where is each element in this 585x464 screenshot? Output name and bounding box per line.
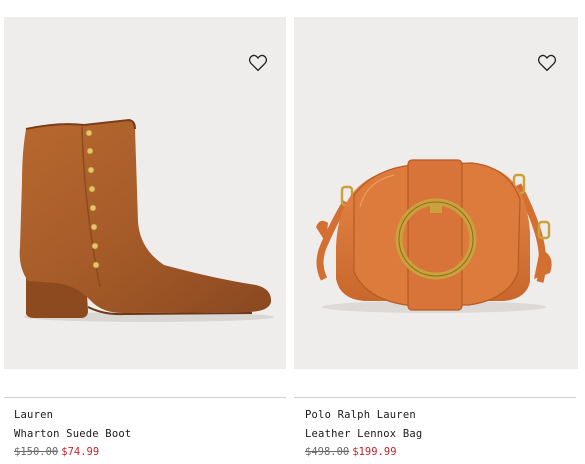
product-name[interactable]: Leather Lennox Bag	[305, 428, 422, 440]
product-grid: Lauren Wharton Suede Boot $150.00$74.99	[0, 0, 585, 464]
product-image[interactable]	[4, 17, 286, 369]
divider	[4, 397, 286, 398]
product-price: $498.00 $199.99	[305, 446, 397, 458]
boot-image	[19, 118, 274, 322]
sale-price: $199.99	[352, 446, 397, 458]
product-brand[interactable]: Lauren	[14, 409, 53, 421]
original-price: $498.00	[305, 446, 350, 458]
product-card[interactable]: Polo Ralph Lauren Leather Lennox Bag $49…	[294, 0, 578, 464]
heart-outline-icon[interactable]	[248, 54, 268, 72]
original-price: $150.00	[14, 446, 59, 458]
product-card[interactable]: Lauren Wharton Suede Boot $150.00 $74.99	[4, 0, 286, 464]
sale-price: $74.99	[61, 446, 100, 458]
divider	[294, 397, 576, 398]
heart-outline-icon[interactable]	[537, 54, 557, 72]
product-price: $150.00 $74.99	[14, 446, 99, 458]
product-image[interactable]	[294, 17, 578, 369]
bag-image	[316, 159, 552, 313]
product-name[interactable]: Wharton Suede Boot	[14, 428, 131, 440]
product-brand[interactable]: Polo Ralph Lauren	[305, 409, 416, 421]
